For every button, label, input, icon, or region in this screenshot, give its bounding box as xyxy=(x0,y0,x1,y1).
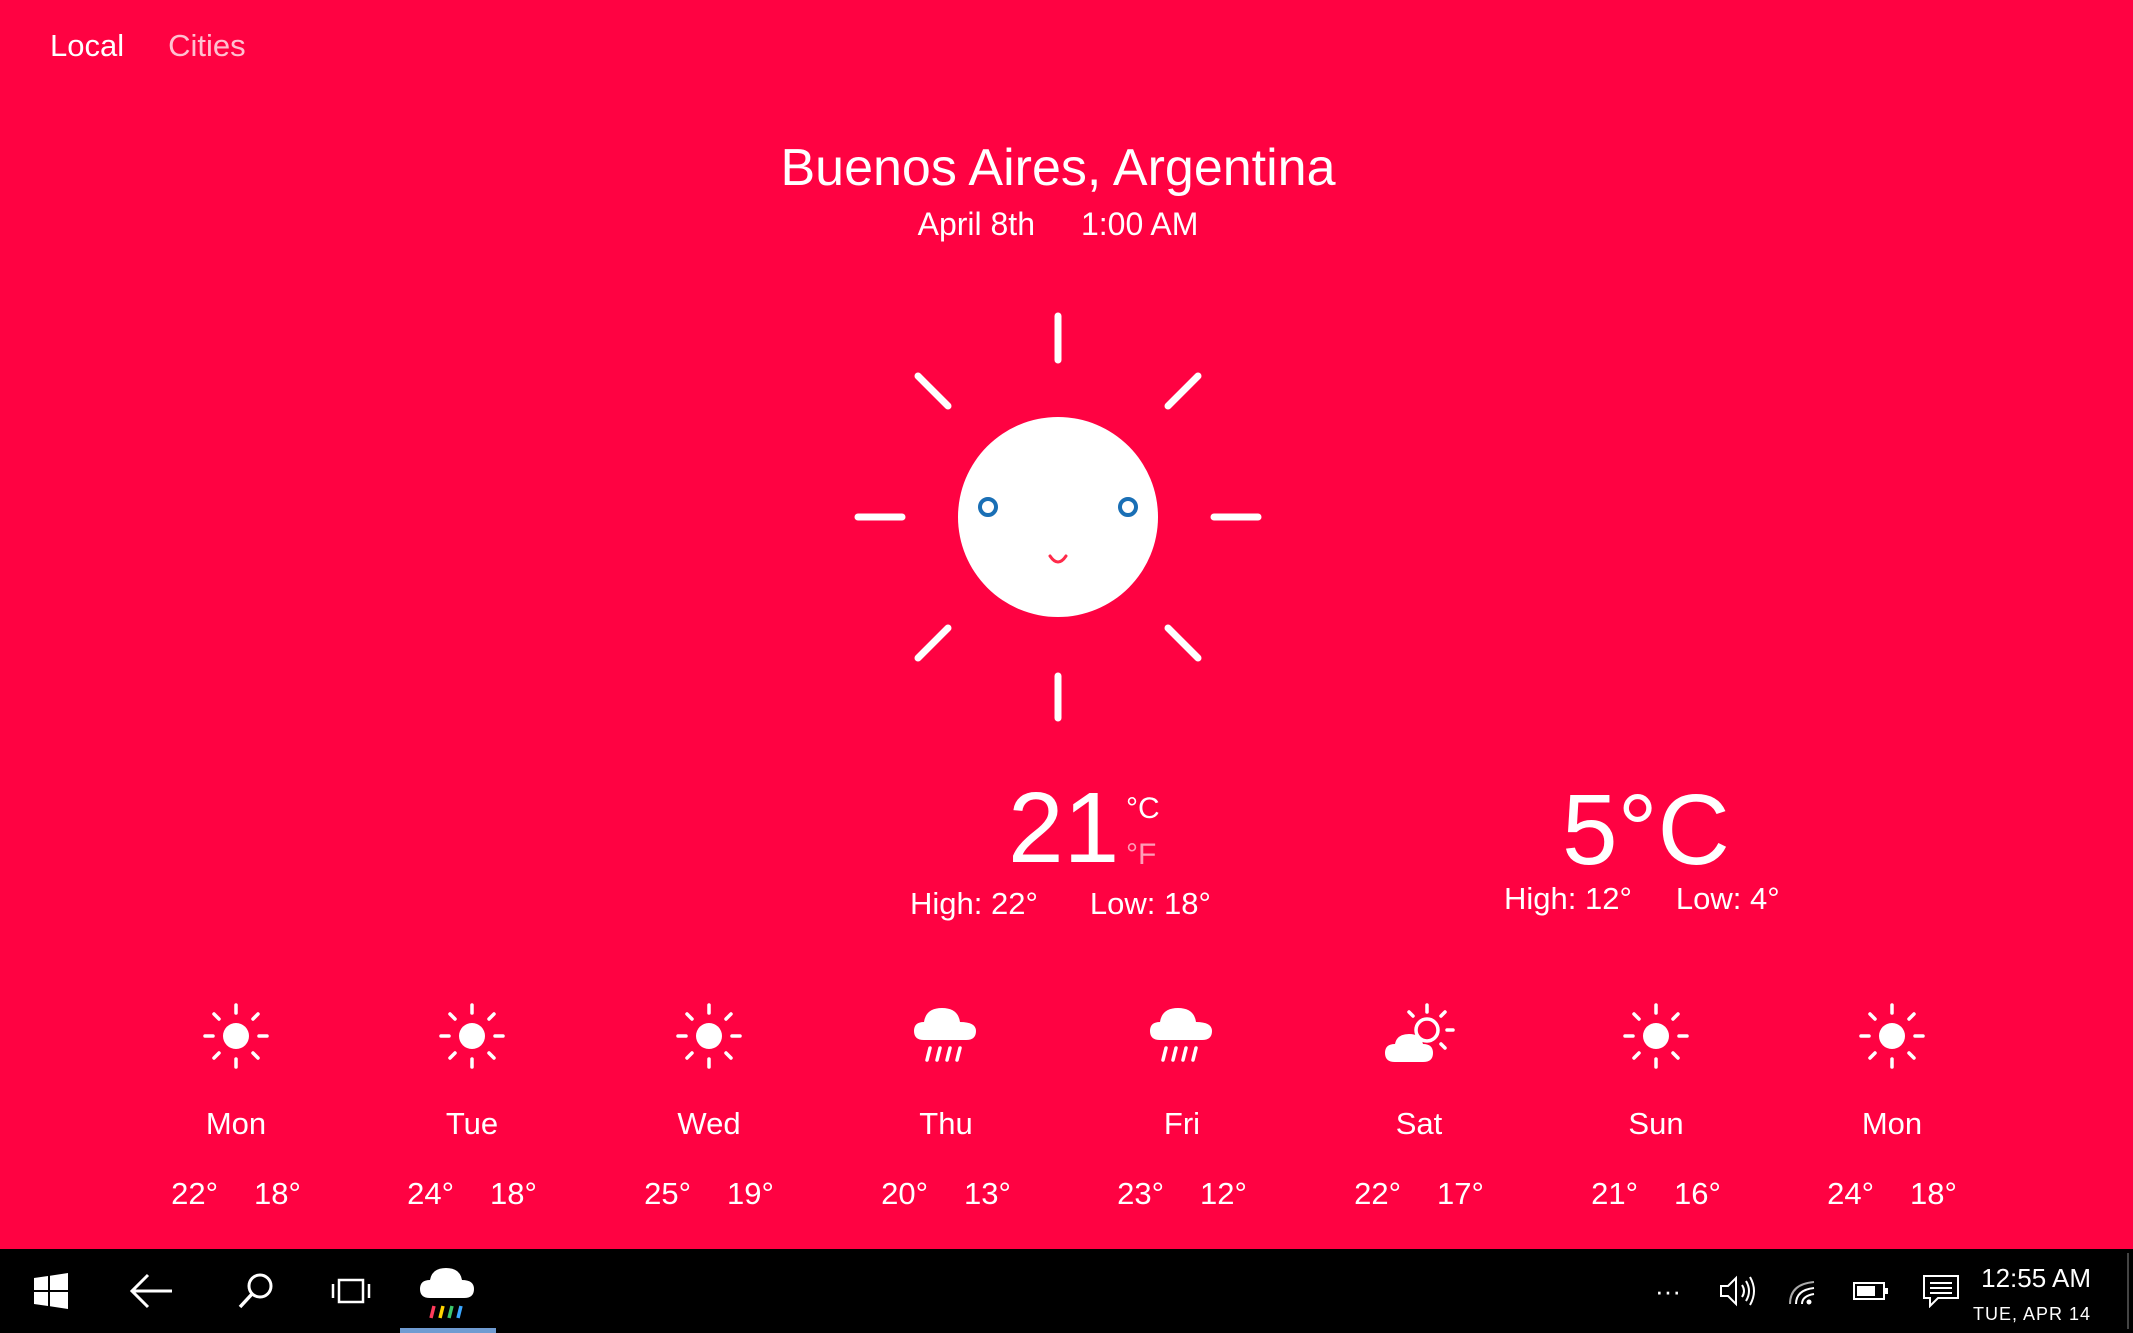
forecast-temps: 21° 16° xyxy=(1556,1176,1756,1212)
forecast-high: 20° xyxy=(881,1176,928,1211)
forecast-day-name: Mon xyxy=(1861,1106,1923,1141)
forecast-day-name: Fri xyxy=(1163,1106,1201,1141)
taskbar: ··· 12:55 AM TUE, APR 14 xyxy=(0,1249,2133,1333)
top-nav: Local Cities xyxy=(50,28,246,64)
smiling-sun-icon xyxy=(854,312,1262,722)
fahrenheit-toggle[interactable]: °F xyxy=(1126,838,1156,872)
sun-icon xyxy=(1623,1003,1689,1069)
system-tray: ··· xyxy=(1650,1249,1960,1333)
forecast-day-name: Mon xyxy=(205,1106,267,1141)
forecast-day[interactable]: Sat 22° 17° xyxy=(1319,1000,1519,1212)
forecast-low: 17° xyxy=(1437,1176,1484,1211)
active-app-indicator xyxy=(400,1328,496,1333)
rain-icon xyxy=(914,1008,976,1062)
partly-cloudy-icon xyxy=(1385,1003,1455,1062)
start-button[interactable] xyxy=(20,1249,82,1333)
current-temperature: 21 xyxy=(1008,772,1120,884)
search-icon xyxy=(238,1273,273,1309)
forecast-day-name: Sun xyxy=(1628,1106,1684,1141)
task-view-button[interactable] xyxy=(320,1249,382,1333)
forecast-temps: 20° 13° xyxy=(846,1176,1046,1212)
forecast-high: 21° xyxy=(1591,1176,1638,1211)
forecast-high: 23° xyxy=(1117,1176,1164,1211)
forecast-low: 18° xyxy=(1910,1176,1957,1211)
weather-app-icon xyxy=(420,1268,474,1319)
current-high: High: 22° xyxy=(910,886,1038,921)
forecast-low: 19° xyxy=(727,1176,774,1211)
current-high-low: High: 22° Low: 18° xyxy=(910,886,1211,922)
forecast-temps: 23° 12° xyxy=(1082,1176,1282,1212)
date-label: April 8th xyxy=(917,206,1035,242)
forecast-temps: 24° 18° xyxy=(1792,1176,1992,1212)
forecast-day-name: Sat xyxy=(1395,1106,1443,1141)
date-time-line: April 8th 1:00 AM xyxy=(0,206,2116,243)
back-arrow-icon xyxy=(129,1273,172,1309)
forecast-high: 25° xyxy=(644,1176,691,1211)
sun-icon xyxy=(203,1003,269,1069)
forecast-day[interactable]: Fri 23° 12° xyxy=(1082,1000,1282,1212)
forecast-high: 24° xyxy=(1827,1176,1874,1211)
sun-icon xyxy=(1859,1003,1925,1069)
forecast-day-name: Wed xyxy=(677,1106,741,1141)
forecast-day-name: Tue xyxy=(445,1106,499,1141)
forecast-day[interactable]: Thu 20° 13° xyxy=(846,1000,1046,1212)
forecast-high: 24° xyxy=(407,1176,454,1211)
forecast-temps: 22° 18° xyxy=(136,1176,336,1212)
weather-app: Local Cities Buenos Aires, Argentina Apr… xyxy=(0,0,2133,1249)
volume-icon[interactable] xyxy=(1718,1274,1758,1308)
forecast-day[interactable]: Tue 24° 18° xyxy=(372,1000,572,1212)
taskbar-clock[interactable]: 12:55 AM TUE, APR 14 xyxy=(1973,1263,2091,1325)
search-button[interactable] xyxy=(225,1249,287,1333)
location-title: Buenos Aires, Argentina xyxy=(780,139,1336,197)
overflow-button[interactable]: ··· xyxy=(1650,1276,1686,1307)
forecast-day[interactable]: Wed 25° 19° xyxy=(609,1000,809,1212)
forecast-temps: 22° 17° xyxy=(1319,1176,1519,1212)
wifi-icon[interactable] xyxy=(1786,1274,1822,1308)
forecast-day[interactable]: Sun 21° 16° xyxy=(1556,1000,1756,1212)
secondary-low: Low: 4° xyxy=(1675,881,1780,916)
clock-time: 12:55 AM xyxy=(1981,1263,2091,1293)
rain-icon xyxy=(1150,1008,1212,1062)
forecast-high: 22° xyxy=(1354,1176,1401,1211)
tab-local[interactable]: Local xyxy=(50,28,124,64)
taskbar-weather-app[interactable] xyxy=(400,1249,496,1333)
battery-icon[interactable] xyxy=(1852,1279,1890,1303)
forecast-low: 12° xyxy=(1200,1176,1247,1211)
secondary-temperature: 5°C xyxy=(1562,774,1730,886)
back-button[interactable] xyxy=(120,1249,182,1333)
time-label: 1:00 AM xyxy=(1080,206,1199,242)
show-desktop-button[interactable] xyxy=(2127,1253,2133,1329)
sun-icon xyxy=(439,1003,505,1069)
secondary-high: High: 12° xyxy=(1504,881,1632,916)
action-center-icon[interactable] xyxy=(1922,1274,1960,1308)
secondary-high-low: High: 12° Low: 4° xyxy=(1504,881,1780,917)
clock-date: TUE, APR 14 xyxy=(1972,1304,2091,1324)
forecast-day[interactable]: Mon 22° 18° xyxy=(136,1000,336,1212)
forecast-low: 18° xyxy=(490,1176,537,1211)
celsius-toggle[interactable]: °C xyxy=(1126,792,1160,826)
forecast-day-name: Thu xyxy=(919,1106,973,1141)
tab-cities[interactable]: Cities xyxy=(168,28,246,64)
forecast-low: 16° xyxy=(1674,1176,1721,1211)
forecast-low: 18° xyxy=(254,1176,301,1211)
forecast-low: 13° xyxy=(964,1176,1011,1211)
forecast-day[interactable]: Mon 24° 18° xyxy=(1792,1000,1992,1212)
forecast-high: 22° xyxy=(171,1176,218,1211)
current-low: Low: 18° xyxy=(1089,886,1211,921)
windows-logo-icon xyxy=(34,1273,68,1309)
sun-icon xyxy=(676,1003,742,1069)
forecast-temps: 24° 18° xyxy=(372,1176,572,1212)
task-view-icon xyxy=(331,1278,371,1304)
forecast-temps: 25° 19° xyxy=(609,1176,809,1212)
